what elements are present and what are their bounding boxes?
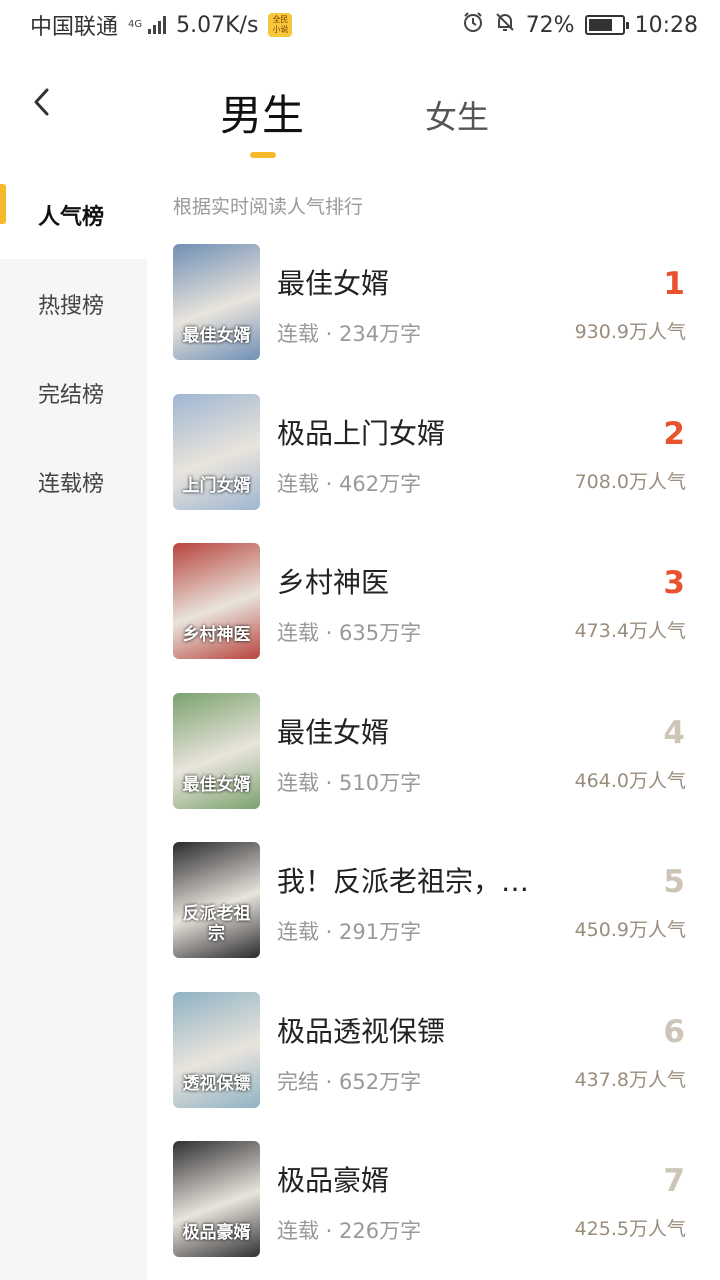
rank-number: 2 — [663, 415, 685, 452]
back-button[interactable] — [22, 82, 62, 122]
book-item[interactable]: 极品豪婿 极品豪婿 连载 · 226万字 7 425.5万人气 — [173, 1141, 693, 1280]
book-cover[interactable]: 反派老祖宗 — [173, 842, 260, 958]
popularity-count: 464.0万人气 — [574, 769, 686, 792]
rank-number: 4 — [663, 714, 685, 751]
mute-bell-icon — [494, 11, 516, 39]
cover-title: 乡村神医 — [182, 625, 251, 645]
book-meta: 完结 · 652万字 — [277, 1069, 422, 1094]
cover-title: 最佳女婿 — [182, 326, 251, 346]
book-meta: 连载 · 635万字 — [277, 621, 422, 645]
alarm-icon — [462, 11, 484, 39]
ranking-description: 根据实时阅读人气排行 — [173, 196, 364, 218]
book-title[interactable]: 极品上门女婿 — [277, 412, 445, 452]
sidebar-item-popularity[interactable]: 人气榜 — [0, 170, 147, 259]
book-item[interactable]: 透视保镖 极品透视保镖 完结 · 652万字 6 437.8万人气 — [173, 991, 693, 1142]
book-cover[interactable]: 上门女婿 — [173, 393, 260, 510]
book-title[interactable]: 极品透视保镖 — [277, 1010, 445, 1050]
popularity-count: 425.5万人气 — [574, 1218, 686, 1240]
book-cover[interactable]: 最佳女婿 — [173, 244, 260, 360]
signal-icon — [148, 16, 167, 34]
book-item[interactable]: 反派老祖宗 我！反派老祖宗，… 连载 · 291万字 5 450.9万人气 — [173, 842, 693, 992]
cover-title: 透视保镖 — [182, 1073, 251, 1094]
sidebar-item-completed[interactable]: 完结榜 — [0, 348, 147, 437]
status-bar: 中国联通 4G 5.07K/s 全民小说 72% 10:28 — [0, 0, 720, 50]
status-bar-right: 72% 10:28 — [462, 11, 698, 39]
rank-number: 7 — [663, 1163, 685, 1199]
app-notification-icon: 全民小说 — [268, 13, 293, 37]
rank-number: 1 — [663, 266, 685, 302]
book-cover[interactable]: 最佳女婿 — [173, 692, 260, 809]
book-cover[interactable]: 乡村神医 — [173, 543, 260, 659]
cover-title: 最佳女婿 — [182, 774, 251, 795]
book-title[interactable]: 我！反派老祖宗，… — [277, 860, 529, 900]
book-title[interactable]: 极品豪婿 — [277, 1159, 389, 1199]
book-meta: 连载 · 291万字 — [277, 920, 422, 944]
book-title[interactable]: 最佳女婿 — [277, 262, 389, 302]
sidebar-item-label: 人气榜 — [38, 204, 105, 230]
sidebar-item-serializing[interactable]: 连载榜 — [0, 437, 147, 526]
header: 男生 女生 — [0, 60, 720, 170]
battery-icon — [584, 15, 629, 35]
clock-time: 10:28 — [634, 12, 698, 38]
book-item[interactable]: 上门女婿 极品上门女婿 连载 · 462万字 2 708.0万人气 — [173, 393, 693, 544]
popularity-count: 437.8万人气 — [574, 1068, 686, 1091]
active-tab-indicator — [250, 152, 276, 158]
tab-female[interactable]: 女生 — [425, 92, 489, 138]
sidebar-item-label: 连载榜 — [38, 471, 105, 497]
book-meta: 连载 · 462万字 — [277, 471, 422, 496]
cover-title: 极品豪婿 — [182, 1223, 251, 1243]
network-speed: 5.07K/s — [176, 12, 259, 38]
sidebar-item-label: 完结榜 — [38, 382, 105, 408]
book-cover[interactable]: 极品豪婿 — [173, 1141, 260, 1257]
status-bar-left: 中国联通 4G 5.07K/s 全民小说 — [30, 9, 293, 41]
popularity-count: 450.9万人气 — [574, 919, 686, 941]
book-item[interactable]: 乡村神医 乡村神医 连载 · 635万字 3 473.4万人气 — [173, 543, 693, 693]
book-list: 最佳女婿 最佳女婿 连载 · 234万字 1 930.9万人气 上门女婿 极品上… — [173, 244, 693, 1280]
popularity-count: 473.4万人气 — [574, 620, 686, 642]
sidebar: 人气榜 热搜榜 完结榜 连载榜 — [0, 170, 147, 1280]
book-meta: 连载 · 226万字 — [277, 1219, 422, 1243]
cover-title: 上门女婿 — [182, 475, 251, 496]
book-item[interactable]: 最佳女婿 最佳女婿 连载 · 234万字 1 930.9万人气 — [173, 244, 693, 394]
book-title[interactable]: 乡村神医 — [277, 561, 389, 601]
rank-number: 3 — [663, 565, 685, 601]
book-meta: 连载 · 234万字 — [277, 322, 422, 346]
tab-male[interactable]: 男生 — [220, 82, 304, 143]
battery-percent: 72% — [525, 12, 575, 38]
chevron-left-icon — [34, 88, 49, 116]
book-title[interactable]: 最佳女婿 — [277, 711, 389, 751]
book-item[interactable]: 最佳女婿 最佳女婿 连载 · 510万字 4 464.0万人气 — [173, 692, 693, 843]
rank-number: 5 — [663, 864, 685, 900]
sidebar-item-label: 热搜榜 — [38, 293, 105, 319]
cover-title: 反派老祖宗 — [182, 904, 251, 944]
book-meta: 连载 · 510万字 — [277, 770, 422, 795]
popularity-count: 708.0万人气 — [574, 470, 686, 493]
network-type: 4G — [128, 19, 143, 30]
rank-number: 6 — [663, 1013, 685, 1050]
popularity-count: 930.9万人气 — [574, 321, 686, 343]
sidebar-item-hot-search[interactable]: 热搜榜 — [0, 259, 147, 348]
carrier-label: 中国联通 — [30, 15, 119, 40]
book-cover[interactable]: 透视保镖 — [173, 991, 260, 1108]
